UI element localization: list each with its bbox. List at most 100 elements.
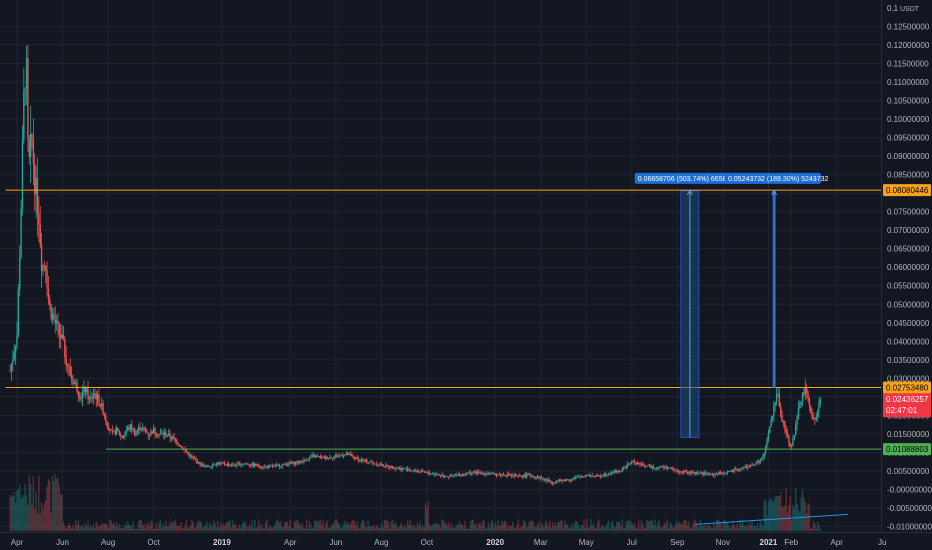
price-axis[interactable]: 0.1 USDT 0.12500000 0.12000000 0.11500000 0… bbox=[881, 0, 932, 550]
volume-bar bbox=[669, 521, 671, 531]
volume-bar bbox=[392, 519, 394, 531]
candle-body bbox=[274, 464, 276, 466]
volume-bar bbox=[315, 521, 317, 531]
volume-bar bbox=[226, 522, 229, 531]
candle-body bbox=[818, 403, 820, 412]
volume-bar bbox=[288, 526, 290, 531]
volume-bar bbox=[238, 524, 241, 531]
candle-body bbox=[144, 428, 147, 431]
volume-bar bbox=[624, 527, 626, 531]
candle-body bbox=[759, 459, 761, 463]
volume-bar bbox=[810, 528, 812, 531]
volume-bar bbox=[173, 522, 175, 531]
volume-bar bbox=[795, 487, 797, 531]
candle-body bbox=[12, 358, 14, 364]
candle-body bbox=[710, 473, 712, 475]
volume-bar bbox=[599, 527, 602, 531]
volume-bar bbox=[748, 522, 750, 531]
candle-body bbox=[50, 304, 52, 320]
candle-body bbox=[327, 458, 330, 459]
volume-bar bbox=[378, 527, 380, 531]
candle-body bbox=[96, 394, 99, 400]
volume-bar bbox=[517, 519, 520, 531]
volume-bar bbox=[637, 519, 640, 531]
candle-body bbox=[173, 436, 175, 439]
candle-body bbox=[539, 477, 541, 479]
volume-bar bbox=[21, 494, 24, 531]
countdown-label: 02:47:01 bbox=[886, 406, 918, 415]
volume-bar bbox=[747, 527, 749, 531]
candle-body bbox=[677, 469, 679, 472]
volume-bar bbox=[733, 524, 735, 531]
current-price-label: 0.02436257 bbox=[886, 395, 929, 404]
volume-bar bbox=[359, 527, 361, 531]
candle-body bbox=[122, 435, 125, 438]
candle-body bbox=[564, 480, 566, 482]
volume-bar bbox=[636, 527, 638, 531]
volume-bar bbox=[498, 525, 500, 531]
candle-body bbox=[297, 460, 300, 464]
candle-body bbox=[549, 479, 551, 482]
volume-bar bbox=[148, 526, 151, 531]
candle-body bbox=[586, 475, 588, 477]
candle-body bbox=[778, 393, 781, 407]
candle-body bbox=[441, 475, 443, 476]
volume-bar bbox=[383, 519, 386, 531]
time-axis[interactable]: Apr Jun Aug Oct 2019 Apr Jun Aug Oct 2020 Mar May Ju… bbox=[0, 532, 932, 550]
time-tick-label: Ju bbox=[878, 538, 886, 547]
volume-bar bbox=[625, 521, 628, 531]
candle-body bbox=[570, 479, 573, 481]
candle-body bbox=[155, 433, 158, 436]
volume-bar bbox=[345, 524, 347, 531]
volume-bar bbox=[512, 521, 514, 531]
volume-bar bbox=[211, 526, 214, 531]
volume-bar bbox=[116, 522, 118, 531]
volume-bar bbox=[254, 519, 256, 531]
volume-bar bbox=[662, 525, 664, 531]
candle-body bbox=[43, 265, 46, 267]
volume-bar bbox=[661, 527, 663, 531]
candle-body bbox=[558, 479, 561, 482]
candle-body bbox=[125, 430, 127, 433]
volume-bar bbox=[140, 519, 143, 531]
candle-body bbox=[445, 476, 447, 478]
candle-body bbox=[260, 467, 263, 469]
volume-bar bbox=[344, 521, 346, 531]
candle-body bbox=[273, 465, 275, 467]
volume-bar bbox=[29, 483, 32, 531]
volume-bar bbox=[36, 513, 39, 531]
candle-body bbox=[360, 459, 362, 461]
price-tick-label: 0.04000000 bbox=[887, 337, 930, 346]
volume-bar bbox=[262, 528, 264, 531]
candle-body bbox=[10, 363, 13, 372]
volume-bar bbox=[207, 527, 209, 531]
volume-bar bbox=[404, 524, 406, 531]
price-chart[interactable]: 0.06658706 (503.74%) 66587060.05243732 (… bbox=[0, 0, 932, 550]
candle-body bbox=[193, 458, 196, 460]
volume-bar bbox=[10, 494, 13, 531]
volume-bar bbox=[437, 523, 439, 531]
candle-body bbox=[784, 421, 786, 428]
volume-bar bbox=[355, 525, 357, 531]
candle-body bbox=[493, 472, 495, 474]
candle-body bbox=[614, 470, 617, 473]
volume-bar bbox=[293, 521, 296, 531]
candle-body bbox=[159, 432, 162, 434]
volume-bar bbox=[555, 525, 558, 531]
candle-body bbox=[28, 138, 30, 157]
candle-body bbox=[132, 428, 134, 430]
price-badge-label: 0.02753480 bbox=[886, 383, 929, 392]
candle-body bbox=[729, 471, 731, 472]
candle-body bbox=[148, 434, 151, 436]
candle-body bbox=[732, 470, 734, 472]
volume-bar bbox=[107, 528, 110, 531]
candle-body bbox=[457, 474, 459, 476]
volume-bar bbox=[279, 521, 282, 531]
volume-bar bbox=[218, 528, 220, 531]
volume-bar bbox=[393, 524, 395, 531]
candle-body bbox=[292, 461, 294, 464]
candle-body bbox=[65, 356, 67, 366]
candle-body bbox=[683, 470, 685, 474]
candle-body bbox=[342, 455, 345, 457]
volume-bar bbox=[366, 527, 368, 531]
